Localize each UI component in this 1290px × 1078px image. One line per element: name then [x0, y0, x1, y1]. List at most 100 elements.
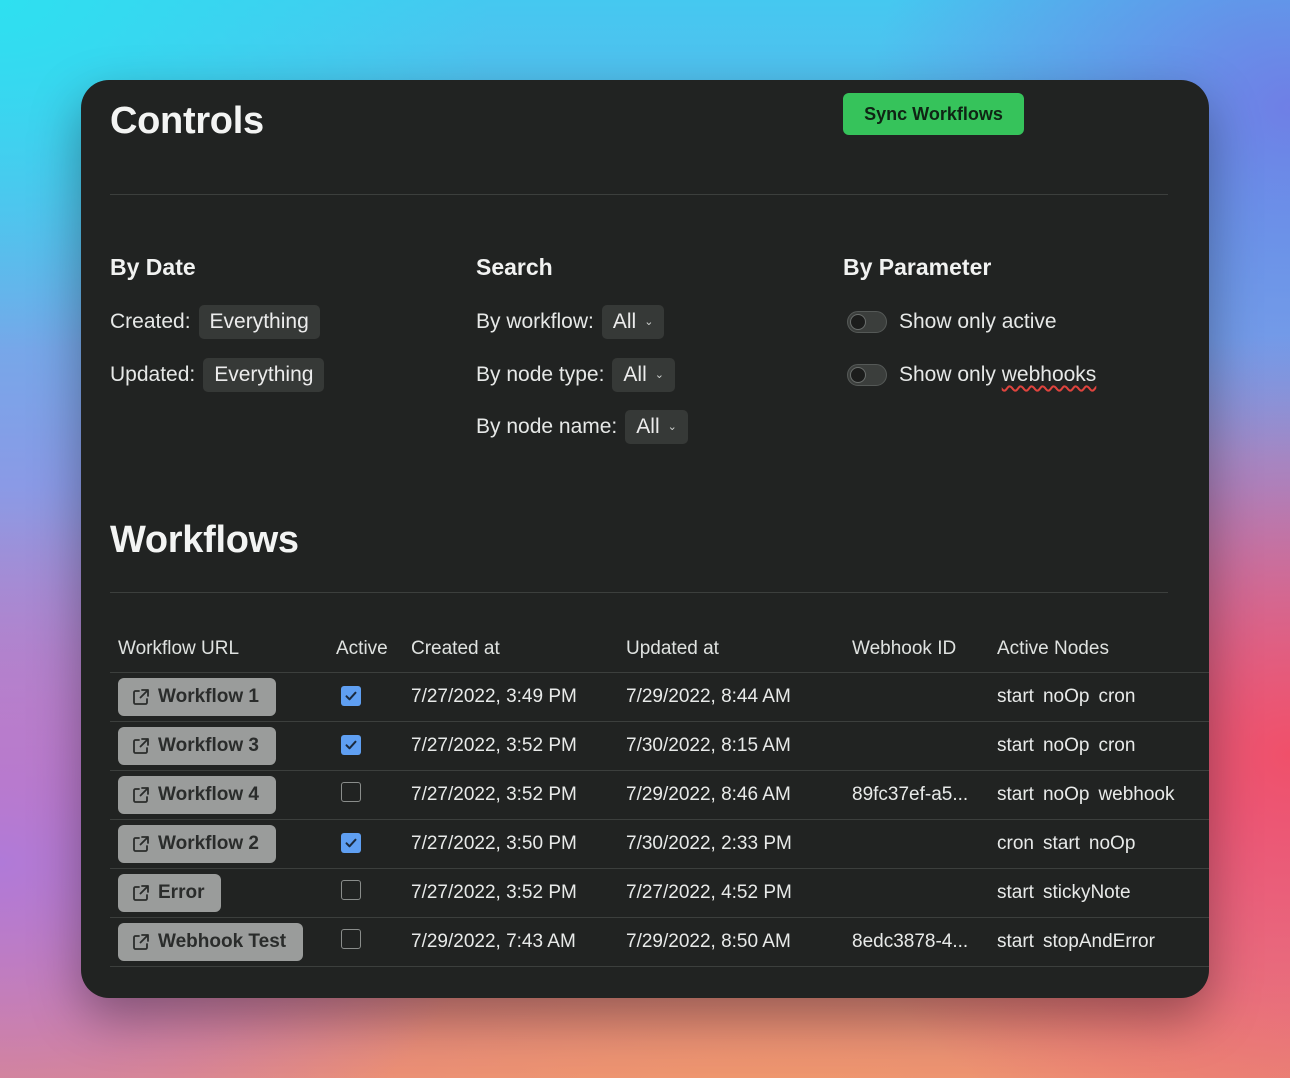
active-node-tag: cron: [1098, 686, 1136, 707]
updated-filter-button[interactable]: Everything: [203, 358, 325, 392]
controls-panel: Controls Sync Workflows By Date Created:…: [81, 80, 1209, 998]
workflow-link-button[interactable]: Workflow 3: [118, 727, 276, 765]
external-link-icon: [133, 738, 149, 754]
workflows-table-body: Workflow 1 7/27/2022, 3:49 PM 7/29/2022, 8…: [110, 672, 1209, 967]
updated-filter-row: Updated: Everything: [110, 358, 325, 392]
external-link-icon: [133, 885, 149, 901]
show-only-webhooks-prefix: Show only: [899, 363, 1002, 386]
active-checkbox[interactable]: [341, 782, 361, 802]
column-header-active-nodes[interactable]: Active Nodes: [989, 626, 1209, 673]
show-only-webhooks-toggle[interactable]: [847, 364, 887, 386]
created-label: Created:: [110, 310, 191, 333]
node-type-filter-label: By node type:: [476, 363, 605, 386]
created-filter-button[interactable]: Everything: [198, 305, 320, 339]
node-name-filter-label: By node name:: [476, 415, 618, 438]
active-checkbox[interactable]: [341, 734, 361, 755]
workflow-link-button[interactable]: Webhook Test: [118, 923, 304, 961]
active-node-tag: webhook: [1098, 784, 1175, 805]
workflow-url-cell: Error: [110, 868, 328, 918]
column-header-active[interactable]: Active: [328, 626, 403, 673]
workflow-name: Workflow 2: [158, 833, 259, 854]
node-name-filter-row: By node name: All ⌄: [476, 410, 688, 444]
active-nodes-cell: start noOp cron: [989, 672, 1209, 722]
created-at-cell: 7/27/2022, 3:52 PM: [403, 770, 618, 820]
webhook-id-cell: 89fc37ef-a5...: [844, 770, 989, 820]
workflow-link-button[interactable]: Workflow 2: [118, 825, 276, 863]
created-filter-row: Created: Everything: [110, 305, 320, 339]
workflow-url-cell: Workflow 2: [110, 819, 328, 869]
webhook-id-cell: [844, 672, 989, 722]
active-checkbox[interactable]: [341, 929, 361, 949]
chevron-down-icon: ⌄: [654, 368, 664, 381]
updated-at-cell: 7/30/2022, 2:33 PM: [618, 819, 844, 869]
active-node-tag: stopAndError: [1042, 931, 1155, 952]
workflows-title: Workflows: [110, 519, 299, 561]
spellcheck-word: webhooks: [1001, 363, 1097, 386]
active-node-tag: noOp: [1042, 686, 1090, 707]
workflow-link-button[interactable]: Workflow 4: [118, 776, 276, 814]
active-nodes-cell: start noOp webhook: [989, 770, 1209, 820]
table-row: Workflow 3 7/27/2022, 3:52 PM 7/30/2022, 8…: [110, 721, 1209, 771]
external-link-icon: [133, 934, 149, 950]
active-nodes-cell: start stickyNote: [989, 868, 1209, 918]
workflow-name: Webhook Test: [158, 931, 287, 952]
active-checkbox[interactable]: [341, 832, 361, 853]
table-row: Workflow 4 7/27/2022, 3:52 PM 7/29/2022, 8…: [110, 770, 1209, 820]
updated-label: Updated:: [110, 363, 196, 386]
updated-at-cell: 7/27/2022, 4:52 PM: [618, 868, 844, 918]
active-nodes-cell: start stopAndError: [989, 917, 1209, 967]
show-only-webhooks-label: Show only webhooks: [899, 363, 1096, 387]
updated-at-cell: 7/29/2022, 8:50 AM: [618, 917, 844, 967]
active-cell: [328, 819, 403, 869]
toggle-knob: [850, 314, 866, 330]
by-parameter-heading: By Parameter: [843, 254, 992, 280]
active-node-tag: start: [997, 931, 1034, 952]
active-cell: [328, 770, 403, 820]
column-header-workflow-url[interactable]: Workflow URL: [110, 626, 328, 673]
show-only-active-toggle[interactable]: [847, 311, 887, 333]
external-link-icon: [133, 836, 149, 852]
updated-at-cell: 7/29/2022, 8:44 AM: [618, 672, 844, 722]
updated-at-cell: 7/30/2022, 8:15 AM: [618, 721, 844, 771]
active-checkbox[interactable]: [341, 880, 361, 900]
table-header-row: Workflow URL Active Created at Updated a…: [110, 626, 1209, 673]
workflow-select-value: All: [612, 310, 637, 333]
workflow-link-button[interactable]: Error: [118, 874, 222, 912]
active-node-tag: noOp: [1042, 784, 1090, 805]
show-only-active-label: Show only active: [899, 310, 1057, 333]
created-at-cell: 7/29/2022, 7:43 AM: [403, 917, 618, 967]
search-heading: Search: [476, 254, 553, 280]
column-header-webhook-id[interactable]: Webhook ID: [844, 626, 989, 673]
sync-workflows-button[interactable]: Sync Workflows: [843, 93, 1024, 135]
table-row: Webhook Test 7/29/2022, 7:43 AM 7/29/2022,…: [110, 917, 1209, 967]
active-node-tag: noOp: [1042, 735, 1090, 756]
webhook-id-cell: [844, 721, 989, 771]
updated-at-cell: 7/29/2022, 8:46 AM: [618, 770, 844, 820]
controls-title: Controls: [110, 100, 264, 142]
created-at-cell: 7/27/2022, 3:49 PM: [403, 672, 618, 722]
workflows-table: Workflow URL Active Created at Updated a…: [110, 626, 1209, 967]
workflow-name: Workflow 4: [158, 784, 259, 805]
by-date-heading: By Date: [110, 254, 196, 280]
checkmark-icon: [345, 838, 357, 847]
node-type-select-value: All: [623, 363, 647, 386]
chevron-down-icon: ⌄: [667, 420, 677, 433]
column-header-created-at[interactable]: Created at: [403, 626, 618, 673]
show-only-webhooks-row: Show only webhooks: [847, 358, 1096, 392]
show-only-active-row: Show only active: [847, 305, 1057, 339]
active-checkbox[interactable]: [341, 685, 361, 706]
node-type-select[interactable]: All ⌄: [612, 358, 675, 392]
workflow-link-button[interactable]: Workflow 1: [118, 678, 276, 716]
active-node-tag: start: [997, 882, 1034, 903]
table-row: Workflow 1 7/27/2022, 3:49 PM 7/29/2022, 8…: [110, 672, 1209, 722]
workflow-filter-row: By workflow: All ⌄: [476, 305, 665, 339]
workflow-filter-label: By workflow:: [476, 310, 594, 333]
column-header-updated-at[interactable]: Updated at: [618, 626, 844, 673]
webhook-id-cell: [844, 819, 989, 869]
checkmark-icon: [345, 691, 357, 700]
node-type-filter-row: By node type: All ⌄: [476, 358, 675, 392]
active-node-tag: start: [997, 735, 1034, 756]
node-name-select[interactable]: All ⌄: [625, 410, 688, 444]
workflow-select[interactable]: All ⌄: [601, 305, 665, 339]
created-at-cell: 7/27/2022, 3:52 PM: [403, 868, 618, 918]
